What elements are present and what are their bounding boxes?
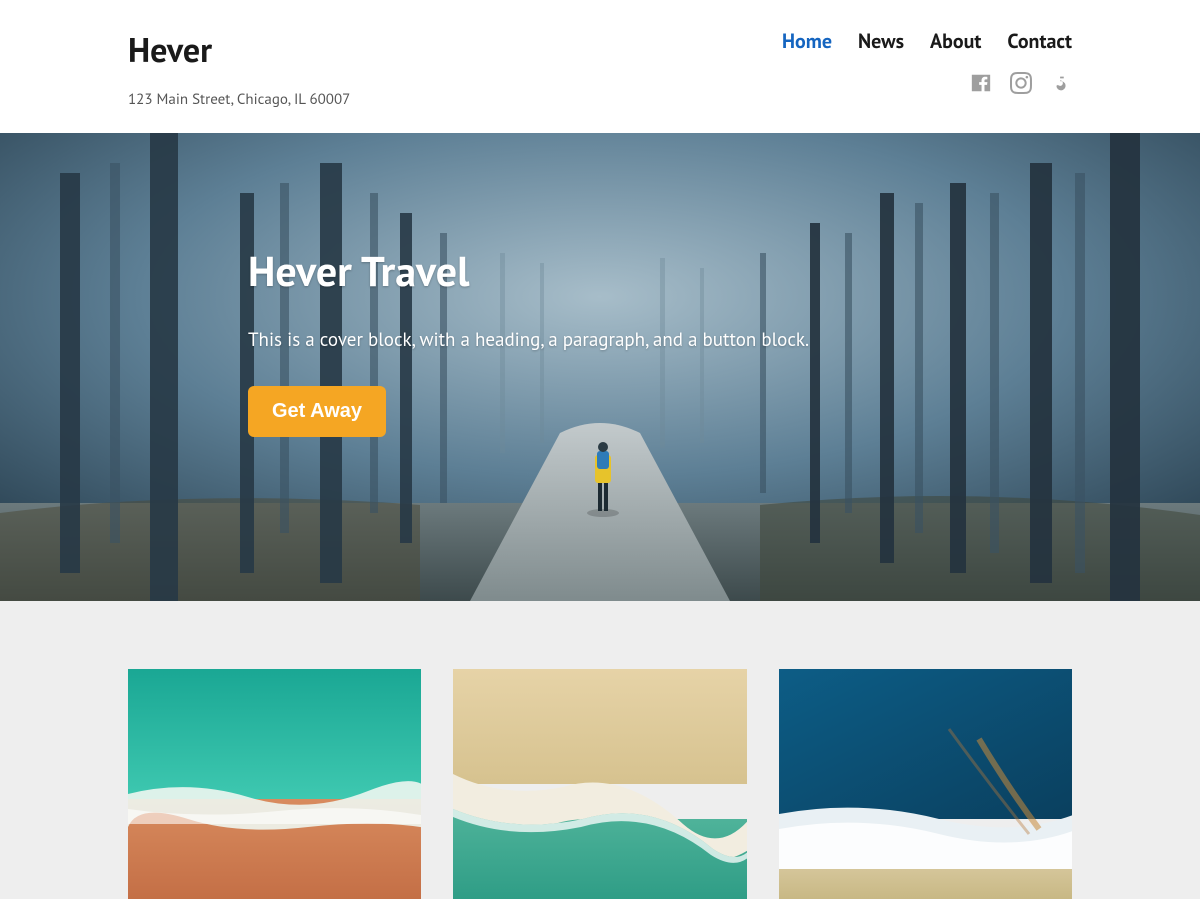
instagram-icon[interactable] bbox=[1010, 72, 1032, 99]
fivehundredpx-icon[interactable] bbox=[1050, 72, 1072, 99]
card-image-2[interactable] bbox=[453, 669, 746, 899]
site-title[interactable]: Hever bbox=[128, 28, 350, 72]
hero-title: Hever Travel bbox=[248, 243, 1200, 298]
nav-news[interactable]: News bbox=[858, 28, 904, 54]
header-right: Home News About Contact bbox=[782, 28, 1072, 99]
brand-column: Hever 123 Main Street, Chicago, IL 60007 bbox=[128, 28, 350, 109]
hero-overlay: Hever Travel This is a cover block, with… bbox=[0, 133, 1200, 601]
cta-button[interactable]: Get Away bbox=[248, 386, 386, 437]
primary-nav: Home News About Contact bbox=[782, 28, 1072, 54]
card-image-3[interactable] bbox=[779, 669, 1072, 899]
nav-home[interactable]: Home bbox=[782, 28, 832, 54]
hero-subtitle: This is a cover block, with a heading, a… bbox=[248, 328, 1200, 352]
nav-contact[interactable]: Contact bbox=[1007, 28, 1072, 54]
card-image-1[interactable] bbox=[128, 669, 421, 899]
site-tagline: 123 Main Street, Chicago, IL 60007 bbox=[128, 90, 350, 109]
social-links bbox=[970, 72, 1072, 99]
hero-cover: Hever Travel This is a cover block, with… bbox=[0, 133, 1200, 601]
cards-row bbox=[0, 601, 1200, 899]
site-header: Hever 123 Main Street, Chicago, IL 60007… bbox=[0, 0, 1200, 133]
nav-about[interactable]: About bbox=[930, 28, 981, 54]
facebook-icon[interactable] bbox=[970, 72, 992, 99]
